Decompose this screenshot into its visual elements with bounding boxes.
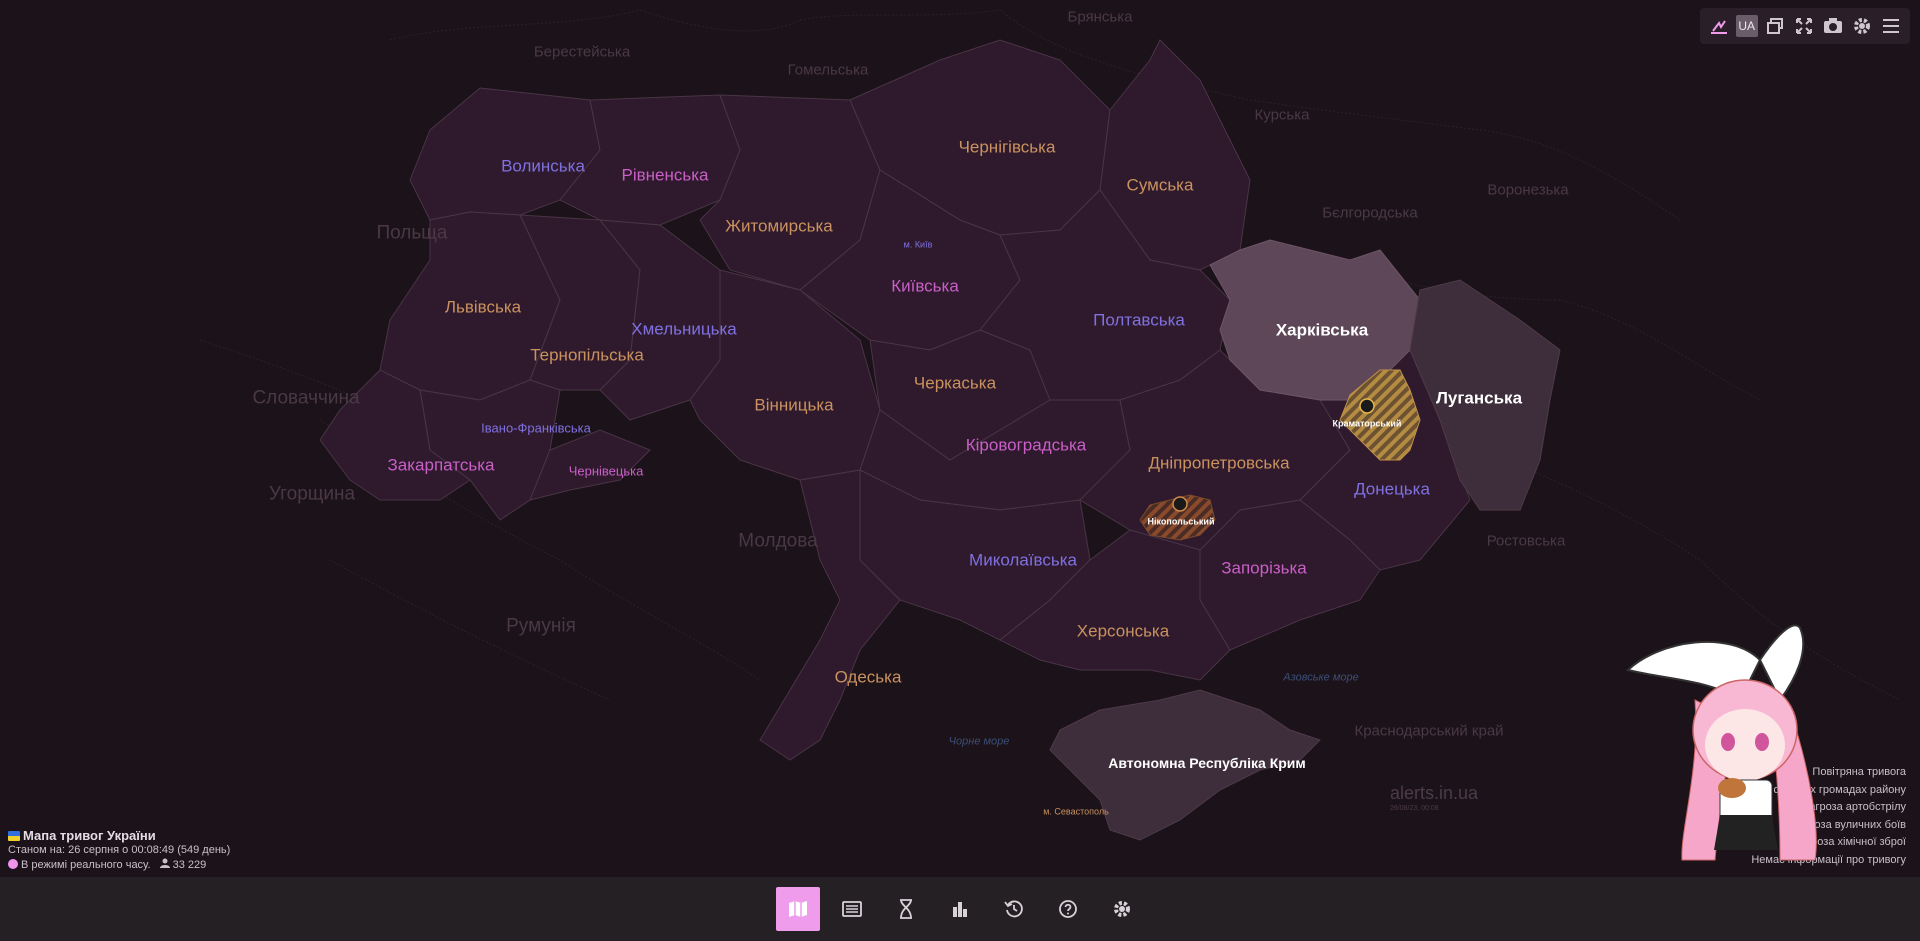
bottom-navigation	[0, 877, 1920, 941]
settings-icon	[1114, 901, 1130, 917]
raion-marker-kramatorskyi	[1359, 398, 1375, 414]
nav-duration-button[interactable]	[884, 887, 928, 931]
help-icon	[1059, 900, 1077, 918]
label-country: Молдова	[738, 530, 818, 552]
menu-icon[interactable]	[1879, 14, 1903, 38]
nav-help-button[interactable]	[1046, 887, 1090, 931]
label-neighbour: Гомельська	[787, 61, 869, 79]
mascot-image	[1620, 620, 1860, 875]
oblast-label[interactable]: Рівненська	[621, 167, 708, 184]
oblast-label[interactable]: Луганська	[1436, 390, 1522, 407]
city-label[interactable]: м. Севастополь	[1043, 807, 1109, 817]
info-users: 33 229	[172, 859, 207, 871]
label-neighbour: Брянська	[1067, 8, 1133, 26]
label-sea: Азовське море	[1283, 671, 1359, 684]
oblast-label[interactable]: Львівська	[445, 299, 521, 316]
oblast-label[interactable]: Автономна Республіка Крим	[1108, 756, 1306, 770]
watermark-date: 26/08/23, 00:08	[1390, 805, 1439, 812]
oblast-label[interactable]: Вінницька	[754, 397, 833, 414]
nav-map-button[interactable]	[776, 887, 820, 931]
explosion-icon[interactable]	[1707, 14, 1731, 38]
label-neighbour: Курська	[1254, 106, 1310, 124]
fullscreen-icon[interactable]	[1792, 14, 1816, 38]
oblast-label[interactable]: Харківська	[1276, 322, 1368, 339]
oblast-label[interactable]: Дніпропетровська	[1148, 455, 1289, 472]
camera-icon[interactable]	[1821, 14, 1845, 38]
info-title: Мапа тривог України	[23, 828, 156, 843]
oblast-label[interactable]: Сумська	[1127, 177, 1194, 194]
oblast-label[interactable]: Миколаївська	[969, 552, 1077, 569]
raion-marker-nikopolskyi	[1172, 496, 1188, 512]
realtime-dot-icon	[8, 859, 18, 869]
label-country: Польща	[376, 222, 448, 244]
oblast-label[interactable]: Донецька	[1354, 481, 1430, 498]
oblast-label[interactable]: Чернівецька	[569, 465, 644, 478]
info-realtime: В режимі реального часу.	[21, 859, 151, 871]
label-country: Угорщина	[268, 483, 356, 505]
map-info: Мапа тривог України Станом на: 26 серпня…	[8, 828, 230, 873]
oblast-label[interactable]: Івано-Франківська	[481, 422, 591, 435]
oblast-label[interactable]: Чернігівська	[959, 139, 1056, 156]
oblast-label[interactable]: Хмельницька	[631, 321, 736, 338]
ukraine-flag-icon	[8, 831, 20, 841]
label-neighbour: Воронезька	[1487, 181, 1569, 199]
label-neighbour: Берестейська	[533, 43, 631, 61]
label-country: Словаччина	[252, 387, 360, 409]
oblast-label[interactable]: Запорізька	[1221, 560, 1307, 577]
oblast-label[interactable]: Житомирська	[725, 218, 833, 235]
nav-list-button[interactable]	[830, 887, 874, 931]
history-icon	[1004, 900, 1023, 918]
label-country: Румунія	[506, 615, 576, 637]
windows-icon[interactable]	[1763, 14, 1787, 38]
watermark: alerts.in.ua 26/08/23, 00:08	[1390, 783, 1478, 812]
watermark-site: alerts.in.ua	[1390, 783, 1479, 803]
label-sea: Чорне море	[948, 735, 1010, 748]
ua-toggle-button[interactable]: UA	[1735, 15, 1758, 37]
nav-history-button[interactable]	[992, 887, 1036, 931]
oblast-label[interactable]: Волинська	[501, 158, 585, 175]
nav-stats-button[interactable]	[938, 887, 982, 931]
oblast-label[interactable]: Закарпатська	[388, 457, 495, 474]
oblast-label[interactable]: Київська	[891, 278, 959, 295]
chart-icon	[953, 902, 967, 917]
user-icon	[159, 858, 173, 871]
oblast-label[interactable]: Тернопільська	[530, 347, 644, 364]
oblast-label[interactable]: Кіровоградська	[966, 437, 1087, 454]
info-status: Станом на: 26 серпня о 00:08:49 (549 ден…	[8, 844, 231, 856]
list-icon	[842, 901, 862, 917]
map-icon	[789, 901, 807, 917]
raion-label[interactable]: Нікопольський	[1148, 517, 1215, 527]
oblast-label[interactable]: Одеська	[835, 669, 902, 686]
oblast-label[interactable]: Полтавська	[1093, 312, 1185, 329]
raion-label[interactable]: Краматорський	[1333, 419, 1402, 429]
oblast-label[interactable]: Черкаська	[914, 375, 996, 392]
hourglass-icon	[900, 899, 912, 919]
gear-icon[interactable]	[1850, 14, 1874, 38]
map-toolbar: UA	[1700, 8, 1910, 44]
nav-settings-button[interactable]	[1100, 887, 1144, 931]
label-neighbour: Краснодарський край	[1354, 722, 1504, 740]
city-label[interactable]: м. Київ	[904, 240, 933, 250]
label-neighbour: Бєлгородська	[1322, 204, 1418, 222]
oblast-label[interactable]: Херсонська	[1077, 623, 1169, 640]
label-neighbour: Ростовська	[1486, 532, 1566, 550]
